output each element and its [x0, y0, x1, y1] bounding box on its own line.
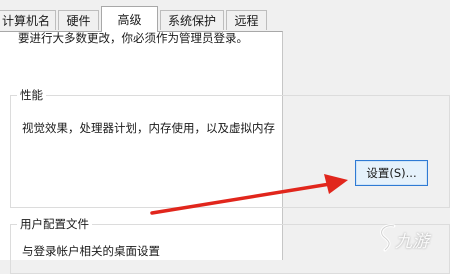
- user-profiles-description: 与登录帐户相关的桌面设置: [22, 244, 160, 258]
- tab-hardware[interactable]: 硬件: [58, 10, 99, 30]
- tab-computer-name[interactable]: 计算机名: [0, 10, 56, 30]
- performance-settings-button[interactable]: 设置(S)...: [355, 160, 428, 186]
- performance-group-title: 性能: [17, 87, 46, 103]
- site-watermark: 九游: [376, 220, 446, 254]
- user-profiles-group-title: 用户配置文件: [17, 216, 92, 232]
- performance-group: 性能 视觉效果，处理器计划，内存使用，以及虚拟内存: [10, 87, 450, 208]
- tab-strip: 计算机名 硬件 高级 系统保护 远程: [0, 0, 450, 32]
- tab-system-protection[interactable]: 系统保护: [160, 10, 224, 30]
- tab-advanced[interactable]: 高级: [101, 6, 158, 32]
- watermark-text: 九游: [395, 232, 429, 252]
- tab-remote[interactable]: 远程: [226, 10, 267, 30]
- performance-description: 视觉效果，处理器计划，内存使用，以及虚拟内存: [22, 121, 275, 135]
